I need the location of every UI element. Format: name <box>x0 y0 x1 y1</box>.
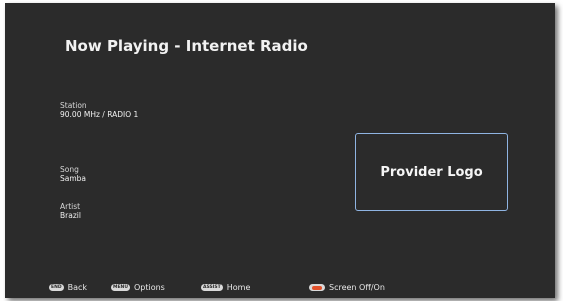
back-hint[interactable]: END Back <box>49 283 87 292</box>
station-value: 90.00 MHz / RADIO 1 <box>60 110 139 119</box>
artist-value: Brazil <box>60 211 81 220</box>
song-label: Song <box>60 165 79 174</box>
footer-hints: END Back MENU Options ASSIST Home Screen… <box>5 283 555 297</box>
home-hint[interactable]: ASSIST Home <box>201 283 250 292</box>
home-label: Home <box>226 283 251 292</box>
screen-toggle-label: Screen Off/On <box>329 283 385 292</box>
options-label: Options <box>133 283 165 292</box>
provider-logo: Provider Logo <box>355 133 508 211</box>
end-key-icon: END <box>49 284 64 291</box>
station-field: Station 90.00 MHz / RADIO 1 <box>60 101 138 119</box>
options-hint[interactable]: MENU Options <box>111 283 165 292</box>
artist-field: Artist Brazil <box>60 202 81 220</box>
back-label: Back <box>67 283 87 292</box>
page-title: Now Playing - Internet Radio <box>65 37 308 55</box>
screen-toggle-hint[interactable]: Screen Off/On <box>309 283 385 292</box>
red-button-icon <box>309 284 325 291</box>
artist-label: Artist <box>60 202 81 211</box>
provider-logo-text: Provider Logo <box>380 164 483 180</box>
station-label: Station <box>60 101 87 110</box>
menu-key-icon: MENU <box>111 284 130 291</box>
song-value: Samba <box>60 174 87 183</box>
song-field: Song Samba <box>60 165 86 183</box>
assist-key-icon: ASSIST <box>201 284 223 291</box>
now-playing-screen: Now Playing - Internet Radio Station 90.… <box>5 3 555 298</box>
